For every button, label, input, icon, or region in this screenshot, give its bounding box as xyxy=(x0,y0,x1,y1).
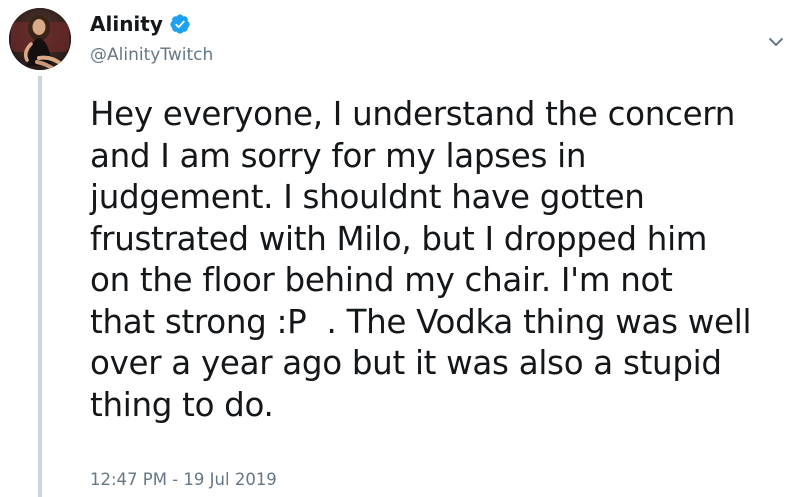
tweet-card: Alinity @AlinityTwitch Hey everyone, I u… xyxy=(0,0,800,497)
chevron-down-icon[interactable] xyxy=(764,30,788,54)
thread-line xyxy=(38,76,42,497)
verified-badge-icon xyxy=(169,13,191,35)
user-handle[interactable]: @AlinityTwitch xyxy=(90,44,213,66)
tweet-author: Alinity @AlinityTwitch xyxy=(90,10,213,66)
tweet-text-line: and I am sorry for my lapses in xyxy=(90,136,587,175)
tweet-text-line: thing to do. xyxy=(90,385,274,424)
name-row: Alinity xyxy=(90,10,213,38)
tweet-text-line: on the floor behind my chair. I'm not xyxy=(90,261,673,299)
tweet-text-line: judgement. I shouldnt have gotten xyxy=(90,178,645,216)
avatar[interactable] xyxy=(9,8,71,70)
tweet-text: Hey everyone, I understand the concern a… xyxy=(90,94,795,426)
tweet-text-line: that strong :P . The Vodka thing was wel… xyxy=(90,302,752,341)
tweet-text-line: Hey everyone, I understand the concern xyxy=(90,95,736,133)
profile-photo xyxy=(9,8,71,70)
tweet-timestamp[interactable]: 12:47 PM - 19 Jul 2019 xyxy=(90,469,277,491)
display-name[interactable]: Alinity xyxy=(90,10,163,38)
tweet-text-line: frustrated with Milo, but I dropped him xyxy=(90,219,708,258)
tweet-text-line: over a year ago but it was also a stupid xyxy=(90,344,722,382)
